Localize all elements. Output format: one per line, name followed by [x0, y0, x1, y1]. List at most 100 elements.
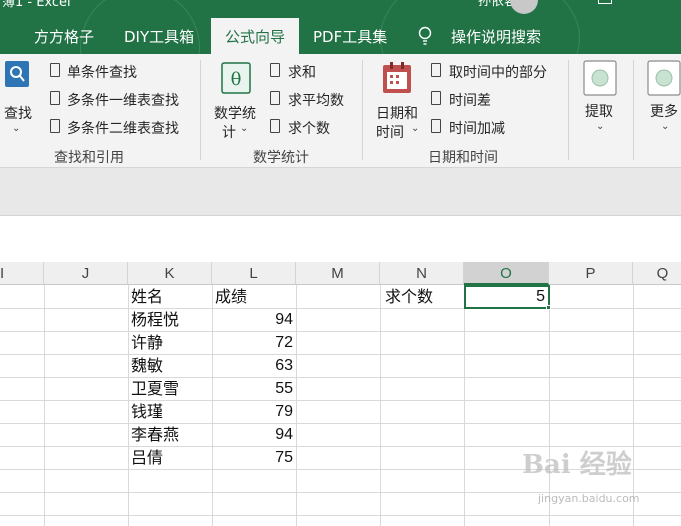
tab-diy-toolbox[interactable]: DIY工具箱 — [124, 26, 194, 47]
table-row-name[interactable]: 卫夏雪 — [131, 378, 179, 400]
gridline — [212, 285, 213, 526]
more-button[interactable]: 更多 — [650, 101, 678, 121]
average-function[interactable]: 求平均数 — [288, 90, 344, 110]
document-icon — [270, 119, 280, 133]
document-icon — [431, 63, 441, 77]
document-icon — [270, 63, 280, 77]
ribbon-tabs: I 方方格子 DIY工具箱 公式向导 PDF工具集 操作说明搜索 — [0, 0, 681, 108]
column-header-j[interactable]: J — [44, 262, 128, 285]
extract-button[interactable]: 提取 — [585, 101, 613, 121]
chevron-down-icon: ⌄ — [596, 121, 605, 132]
lookup-icon — [5, 61, 29, 87]
gridline — [549, 285, 550, 526]
calendar-icon — [383, 62, 411, 93]
group-separator — [568, 60, 569, 160]
lightbulb-icon — [418, 26, 432, 45]
date-time-button[interactable]: 日期和 — [376, 103, 418, 123]
column-header-i[interactable]: I — [0, 262, 44, 285]
count-function[interactable]: 求个数 — [288, 118, 330, 138]
gridline — [128, 285, 129, 526]
table-row-score[interactable]: 55 — [215, 378, 293, 400]
document-icon — [50, 119, 60, 133]
document-icon — [270, 91, 280, 105]
ribbon-display-options-icon[interactable] — [598, 0, 612, 4]
table-row-score[interactable]: 94 — [215, 309, 293, 331]
math-stats-icon: θ — [221, 62, 251, 94]
chevron-down-icon: ⌄ — [661, 121, 670, 132]
column-header-n[interactable]: N — [380, 262, 464, 285]
chevron-down-icon: ⌄ — [240, 123, 249, 134]
formula-bar[interactable] — [0, 215, 681, 262]
ribbon-panel: 查找 ⌄ 单条件查找 多条件一维表查找 多条件二维表查找 查找和引用 θ 数学统… — [0, 54, 681, 168]
notification-bar — [0, 168, 681, 215]
single-condition-lookup[interactable]: 单条件查找 — [67, 62, 137, 82]
tab-pdf-tools[interactable]: PDF工具集 — [313, 26, 387, 47]
table-row-name[interactable]: 李春燕 — [131, 424, 179, 446]
multi-condition-2d-lookup[interactable]: 多条件二维表查找 — [67, 118, 179, 138]
tell-me-search[interactable]: 操作说明搜索 — [451, 26, 541, 47]
table-row-score[interactable]: 94 — [215, 424, 293, 446]
date-time-button-line2[interactable]: 时间 — [376, 122, 404, 142]
column-header-o[interactable]: O — [464, 262, 549, 285]
gridline — [0, 423, 681, 424]
gridline — [464, 285, 465, 526]
table-row-name[interactable]: 钱瑾 — [131, 401, 163, 423]
watermark-logo: Bai 经验 — [522, 450, 632, 480]
group-separator — [200, 60, 201, 160]
gridline — [44, 285, 45, 526]
group-separator — [633, 60, 634, 160]
column-header-p[interactable]: P — [549, 262, 633, 285]
chevron-down-icon: ⌄ — [12, 123, 21, 134]
gridline — [0, 377, 681, 378]
column-header-q[interactable]: Q — [633, 262, 681, 285]
document-icon — [431, 119, 441, 133]
cell-k-header[interactable]: 姓名 — [131, 286, 163, 308]
table-row-name[interactable]: 吕倩 — [131, 447, 163, 469]
time-part-function[interactable]: 取时间中的部分 — [449, 62, 547, 82]
group-label-date: 日期和时间 — [428, 150, 498, 166]
time-difference-function[interactable]: 时间差 — [449, 90, 491, 110]
gridline — [380, 285, 381, 526]
watermark-url: jingyan.baidu.com — [538, 492, 640, 505]
gridline — [0, 354, 681, 355]
document-icon — [50, 91, 60, 105]
column-header-k[interactable]: K — [128, 262, 212, 285]
tab-formula-wizard[interactable]: 公式向导 — [211, 18, 300, 54]
tab-fangfang[interactable]: 方方格子 — [34, 26, 94, 47]
gridline — [0, 308, 681, 309]
gridline — [0, 400, 681, 401]
math-stats-button-line2[interactable]: 计 — [222, 122, 236, 142]
window-title: 簿1 - Excel — [2, 0, 71, 10]
gridline — [633, 285, 634, 526]
cell-count-label[interactable]: 求个数 — [385, 286, 433, 308]
lookup-button[interactable]: 查找 — [4, 103, 32, 123]
group-label-math: 数学统计 — [253, 150, 309, 166]
table-row-name[interactable]: 杨程悦 — [131, 309, 179, 331]
cell-l-header[interactable]: 成绩 — [215, 286, 247, 308]
multi-condition-1d-lookup[interactable]: 多条件一维表查找 — [67, 90, 179, 110]
document-icon — [50, 63, 60, 77]
sum-function[interactable]: 求和 — [288, 62, 316, 82]
active-cell-border — [464, 285, 550, 309]
svg-text:θ: θ — [231, 69, 242, 90]
more-icon — [647, 60, 681, 96]
chevron-down-icon: ⌄ — [411, 123, 420, 134]
fill-handle[interactable] — [546, 305, 551, 310]
table-row-score[interactable]: 75 — [215, 447, 293, 469]
math-stats-button[interactable]: 数学统 — [214, 103, 256, 123]
time-add-subtract-function[interactable]: 时间加减 — [449, 118, 505, 138]
table-row-name[interactable]: 许静 — [131, 332, 163, 354]
gridline — [0, 331, 681, 332]
group-separator — [362, 60, 363, 160]
worksheet-grid[interactable]: I J K L M N O P Q 姓名 成绩 求个数 5 杨程悦 94 许静 … — [0, 262, 681, 526]
table-row-score[interactable]: 79 — [215, 401, 293, 423]
document-icon — [431, 91, 441, 105]
table-row-name[interactable]: 魏敏 — [131, 355, 163, 377]
gridline — [296, 285, 297, 526]
column-header-m[interactable]: M — [296, 262, 380, 285]
gridline — [0, 515, 681, 516]
column-header-l[interactable]: L — [212, 262, 296, 285]
extract-icon — [583, 60, 617, 96]
table-row-score[interactable]: 63 — [215, 355, 293, 377]
table-row-score[interactable]: 72 — [215, 332, 293, 354]
